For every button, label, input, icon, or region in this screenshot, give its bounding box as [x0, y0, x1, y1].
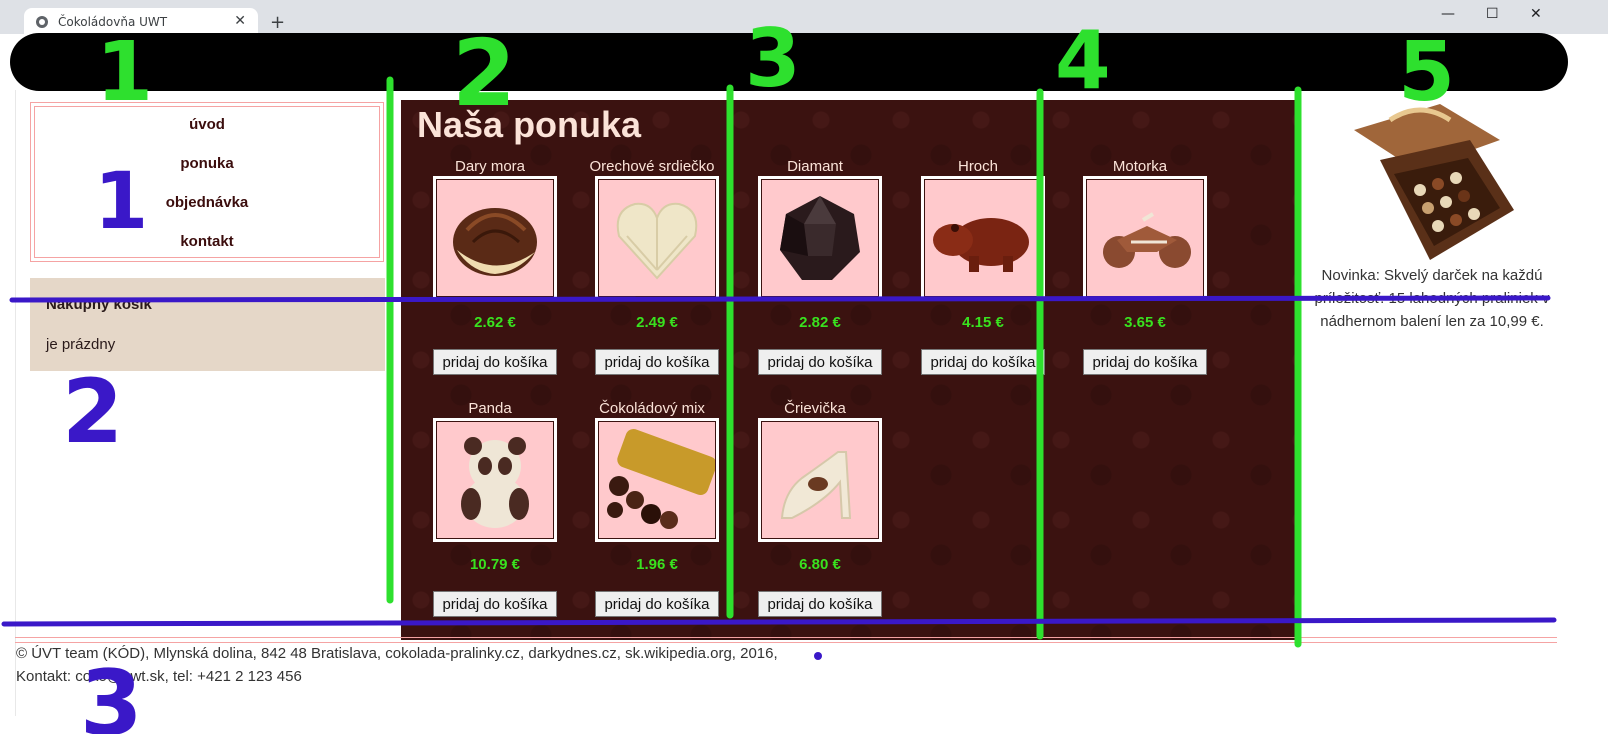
product-price: 4.15 € [962, 314, 1004, 331]
cart-status: je prázdny [46, 336, 116, 353]
nav-item-kontakt[interactable]: kontakt [31, 233, 383, 250]
product-image-frame[interactable] [758, 418, 882, 542]
product-price: 3.65 € [1124, 314, 1166, 331]
add-to-cart-button[interactable]: pridaj do košíka [1083, 349, 1207, 375]
product-image-frame[interactable] [921, 176, 1045, 300]
add-to-cart-button[interactable]: pridaj do košíka [758, 349, 882, 375]
product-price: 1.96 € [636, 556, 678, 573]
product-image-frame[interactable] [1083, 176, 1207, 300]
product-section: Naša ponuka Dary mora 2.62 € pridaj do k… [401, 100, 1300, 640]
product-name: Dary mora [454, 158, 525, 175]
add-to-cart-button[interactable]: pridaj do košíka [921, 349, 1045, 375]
product-image-frame[interactable] [595, 418, 719, 542]
gift-box-image [1350, 100, 1514, 264]
product-name: Čokoládový mix [599, 400, 705, 417]
hippo-chocolate-image [933, 218, 1029, 272]
footer-copyright: © ÚVT team (KÓD), Mlynská dolina, 842 48… [16, 645, 778, 662]
nav-item-uvod[interactable]: úvod [31, 116, 383, 133]
product-price: 6.80 € [799, 556, 841, 573]
product-price: 2.49 € [636, 314, 678, 331]
minimize-button[interactable]: — [1441, 6, 1455, 22]
nav-item-objednavka[interactable]: objednávka [31, 194, 383, 211]
promo-text: Novinka: Skvelý darček na každú príležit… [1314, 267, 1550, 330]
browser-tab-strip: Čokoládovňa UWT ✕ + — ☐ ✕ [0, 0, 1608, 36]
add-to-cart-button[interactable]: pridaj do košíka [433, 591, 557, 617]
close-window-button[interactable]: ✕ [1530, 6, 1542, 22]
product-price: 2.62 € [474, 314, 516, 331]
diamond-chocolate-image [780, 196, 860, 280]
heart-chocolate-image [616, 202, 698, 280]
product-image-frame[interactable] [433, 176, 557, 300]
motorbike-chocolate-image [1103, 212, 1191, 268]
product-name: Hroch [957, 158, 998, 175]
redaction-bar [10, 33, 1568, 91]
add-to-cart-button[interactable]: pridaj do košíka [433, 349, 557, 375]
new-tab-button[interactable]: + [270, 12, 285, 33]
cart-title: Nákupný košík [46, 296, 152, 313]
product-name: Črievička [784, 400, 846, 417]
product-image-frame[interactable] [758, 176, 882, 300]
maximize-button[interactable]: ☐ [1486, 6, 1499, 22]
panda-chocolate-image [461, 437, 529, 528]
add-to-cart-button[interactable]: pridaj do košíka [595, 591, 719, 617]
product-price: 2.82 € [799, 314, 841, 331]
product-image-frame[interactable] [433, 418, 557, 542]
close-tab-icon[interactable]: ✕ [234, 13, 246, 29]
footer-divider [15, 637, 1557, 643]
blue-dot-mark [814, 652, 822, 660]
chocolate-mix-image [607, 429, 717, 529]
blue-number-label: 3 [80, 651, 143, 734]
nav-menu: úvod ponuka objednávka kontakt [30, 102, 384, 262]
product-name: Diamant [787, 158, 843, 175]
browser-tab[interactable]: Čokoládovňa UWT ✕ [24, 8, 258, 36]
add-to-cart-button[interactable]: pridaj do košíka [758, 591, 882, 617]
product-name: Panda [468, 400, 512, 417]
add-to-cart-button[interactable]: pridaj do košíka [595, 349, 719, 375]
tab-title: Čokoládovňa UWT [58, 15, 168, 29]
product-image-frame[interactable] [595, 176, 719, 300]
page-left-border [15, 90, 16, 716]
footer-contact: Kontakt: coko@uwt.sk, tel: +421 2 123 45… [16, 668, 302, 685]
globe-icon [36, 16, 48, 28]
shoe-chocolate-image [780, 451, 852, 519]
product-price: 10.79 € [469, 556, 521, 573]
product-name: Motorka [1112, 158, 1168, 175]
blue-number-label: 2 [62, 360, 123, 463]
product-name: Orechové srdiečko [589, 158, 715, 175]
page-title: Naša ponuka [417, 104, 642, 145]
shopping-cart: Nákupný košík je prázdny [30, 278, 385, 371]
nav-item-ponuka[interactable]: ponuka [31, 155, 383, 172]
shell-chocolate-image [453, 208, 537, 276]
